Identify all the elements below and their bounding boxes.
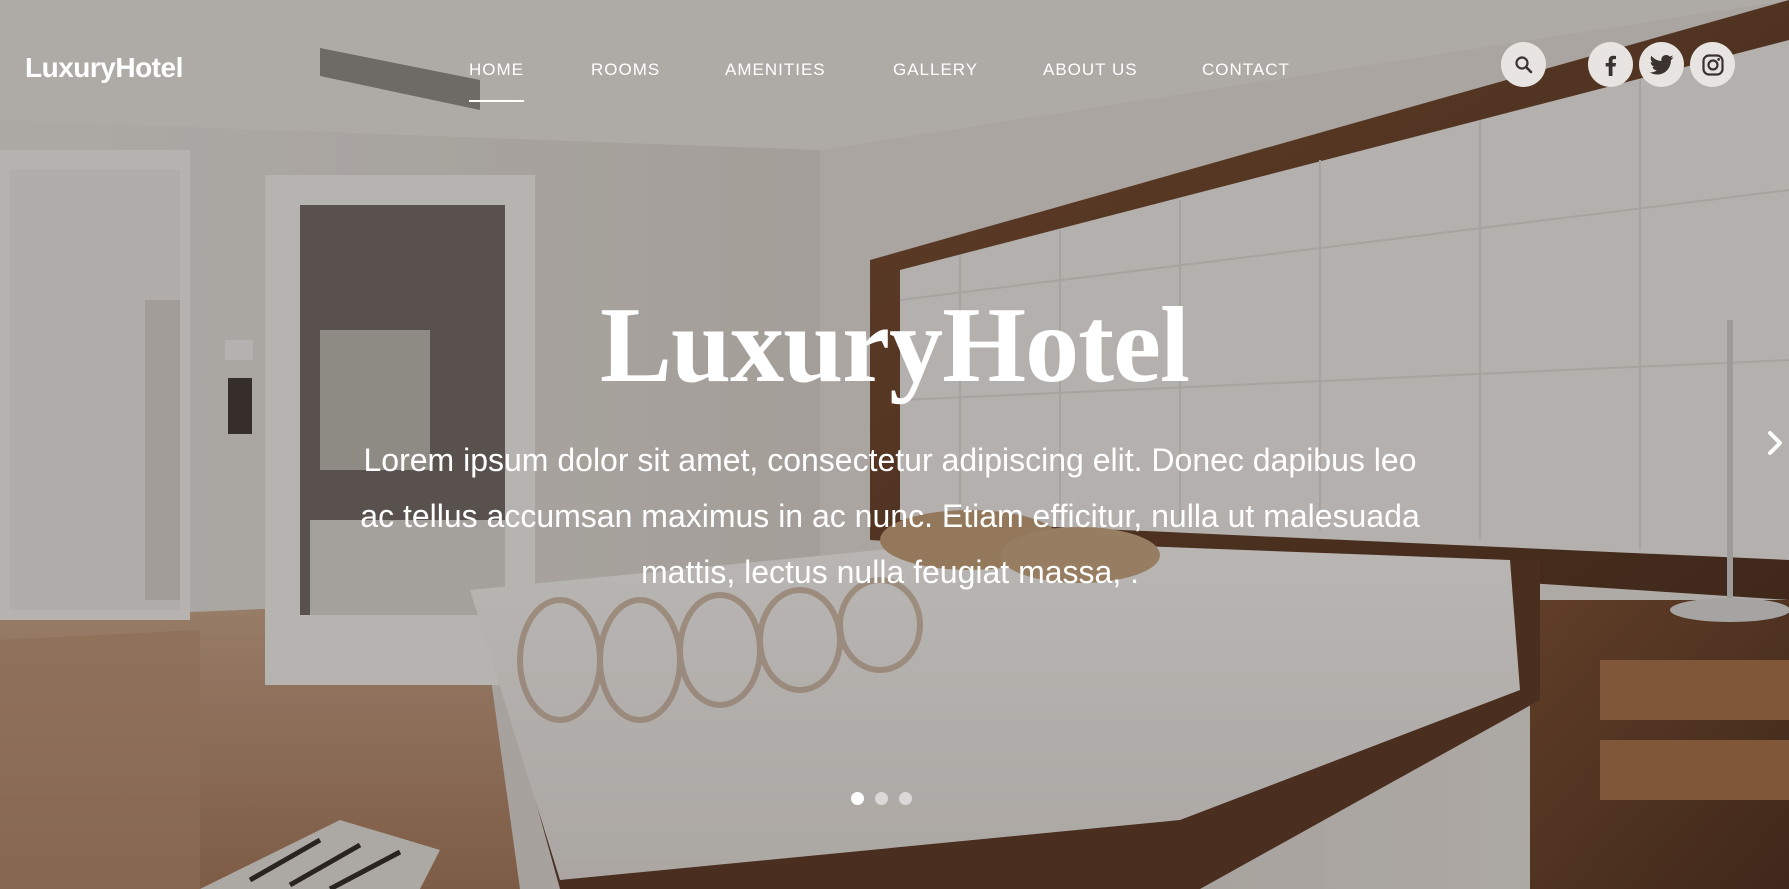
slider-dot-2[interactable]: [875, 792, 888, 805]
twitter-icon: [1649, 54, 1673, 74]
instagram-button[interactable]: [1690, 42, 1735, 87]
chevron-right-icon: [1768, 431, 1782, 455]
instagram-icon: [1701, 53, 1724, 76]
twitter-button[interactable]: [1639, 42, 1684, 87]
search-button[interactable]: [1501, 42, 1546, 87]
hero-description: Lorem ipsum dolor sit amet, consectetur …: [330, 432, 1450, 600]
facebook-icon: [1605, 55, 1616, 76]
nav-rooms[interactable]: ROOMS: [591, 60, 660, 80]
nav-amenities[interactable]: AMENITIES: [725, 60, 826, 80]
nav-gallery[interactable]: GALLERY: [893, 60, 978, 80]
hero-description-line: mattis, lectus nulla feugiat massa, .: [641, 554, 1139, 590]
nav-contact[interactable]: CONTACT: [1202, 60, 1290, 80]
hero-slider: LuxuryHotel HOME ROOMS AMENITIES GALLERY…: [0, 0, 1789, 889]
slider-pagination: [851, 792, 951, 806]
facebook-button[interactable]: [1588, 42, 1633, 87]
hero-title: LuxuryHotel: [599, 286, 1190, 405]
search-icon: [1514, 55, 1532, 73]
nav-about-us[interactable]: ABOUT US: [1043, 60, 1138, 80]
hero-description-line: Lorem ipsum dolor sit amet, consectetur …: [363, 442, 1417, 478]
hero-description-line: ac tellus accumsan maximus in ac nunc. E…: [360, 498, 1420, 534]
slider-dot-3[interactable]: [899, 792, 912, 805]
nav-home[interactable]: HOME: [469, 60, 524, 102]
slider-dot-1[interactable]: [851, 792, 864, 805]
slider-next-button[interactable]: [1764, 428, 1786, 458]
